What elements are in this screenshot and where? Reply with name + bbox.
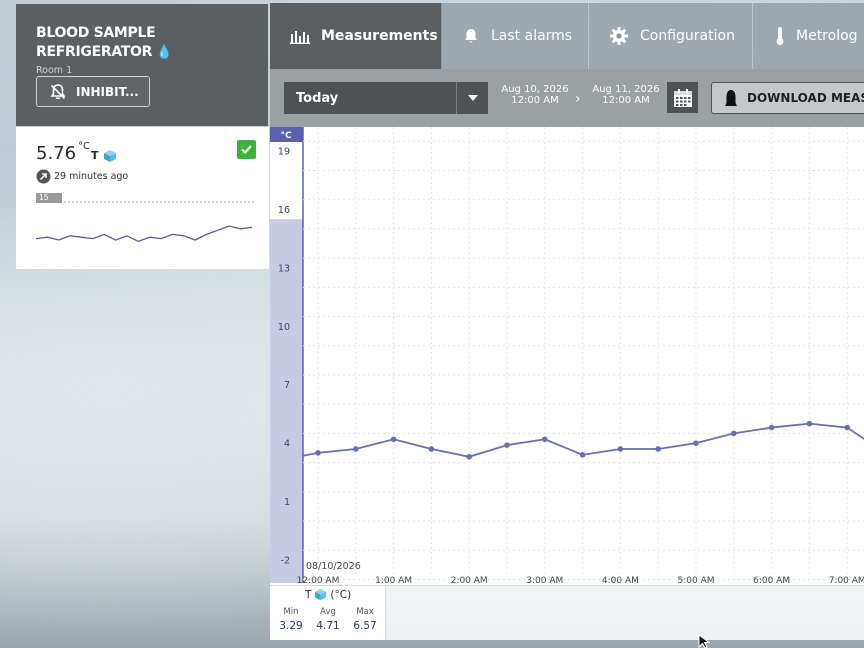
gear-icon: [610, 27, 628, 45]
data-point: [617, 446, 624, 452]
tab-measurements[interactable]: Measurements: [270, 3, 442, 69]
date-to-day: Aug 11, 2026: [592, 84, 660, 95]
data-point: [768, 424, 775, 431]
data-point: [655, 446, 661, 452]
y-tick-label: 10: [278, 322, 290, 333]
stats-title: T (°C): [305, 588, 351, 601]
ice-cube-icon: [315, 588, 327, 601]
stats-variable: T: [305, 588, 312, 601]
stat-max-label: Max: [356, 607, 374, 617]
x-tick-label: 12:00 AM: [297, 576, 340, 585]
bell-icon: [465, 29, 477, 43]
sensor-variable: T: [91, 149, 99, 162]
download-icon: [725, 90, 737, 106]
sparkline-path: [36, 225, 253, 243]
x-tick-label: 7:00 AM: [829, 576, 864, 585]
trend-up-icon: [36, 169, 51, 184]
toolbar: Today Aug 10, 2026 12:00 AM › Aug 11, 20…: [270, 69, 864, 127]
thermometer-icon: [776, 27, 784, 45]
date-from[interactable]: Aug 10, 2026 12:00 AM: [500, 84, 570, 106]
data-point: [806, 420, 813, 427]
stat-avg-label: Avg: [320, 607, 336, 617]
mouse-cursor-icon: [698, 634, 711, 648]
tab-configuration-label: Configuration: [640, 28, 735, 44]
y-tick-label: 1: [284, 497, 290, 508]
chevron-down-icon: [456, 82, 488, 114]
data-point: [466, 453, 472, 460]
measurements-chart[interactable]: °C 19 16 13 10 7 4 1 -2 12:00 AM 1:00 AM 2:00 AM 3:0…: [270, 127, 864, 585]
download-measurements-button[interactable]: DOWNLOAD MEAS: [711, 82, 864, 114]
tab-configuration[interactable]: Configuration: [589, 3, 753, 69]
data-point: [428, 446, 435, 452]
chart-date-label: 08/10/2026: [306, 561, 361, 572]
x-tick-label: 6:00 AM: [753, 576, 790, 585]
tab-metrology-label: Metrolog: [796, 28, 858, 44]
data-point: [390, 436, 397, 443]
series-line: [302, 422, 864, 458]
status-ok-icon: [237, 140, 256, 159]
tab-measurements-label: Measurements: [321, 28, 438, 44]
calendar-button[interactable]: [667, 82, 698, 113]
sensor-unit: °C: [78, 141, 90, 152]
tab-last-alarms[interactable]: Last alarms: [442, 3, 589, 69]
tab-last-alarms-label: Last alarms: [491, 28, 573, 44]
stat-max-value: 6.57: [353, 620, 377, 632]
sensor-card[interactable]: 5.76 °C T 29 minutes ago 15: [16, 127, 269, 269]
device-header: BLOOD SAMPLE REFRIGERATOR 💧 Room 1 INHIBI…: [16, 4, 268, 126]
data-point: [693, 440, 699, 446]
x-tick-label: 3:00 AM: [526, 576, 563, 585]
period-select[interactable]: Today: [284, 82, 488, 114]
y-tick-label: 13: [278, 263, 290, 274]
inhibit-label: INHIBIT...: [76, 84, 139, 99]
sparkline: [36, 201, 254, 243]
inhibit-button[interactable]: INHIBIT...: [36, 76, 150, 107]
blood-drop-icon: 💧: [156, 45, 173, 60]
top-nav: Measurements Last alarms Configuration M…: [270, 3, 864, 69]
data-point: [731, 430, 737, 437]
device-room: Room 1: [36, 65, 73, 76]
data-point: [579, 452, 586, 458]
data-point: [504, 442, 510, 448]
sensor-value: 5.76: [36, 143, 77, 164]
stats-panel: T (°C) Min Avg Max 3.29 4.71 6.57: [270, 585, 386, 640]
ice-cube-icon: [104, 150, 116, 162]
stats-unit: (°C): [330, 588, 352, 601]
x-tick-label: 4:00 AM: [602, 576, 639, 585]
stat-min-label: Min: [283, 607, 299, 617]
chart-canvas: °C 19 16 13 10 7 4 1 -2 12:00 AM 1:00 AM 2:00 AM 3:0…: [270, 127, 864, 585]
x-tick-label: 1:00 AM: [375, 576, 412, 585]
period-value: Today: [296, 90, 339, 106]
x-tick-label: 5:00 AM: [678, 576, 715, 585]
date-from-day: Aug 10, 2026: [501, 84, 569, 95]
device-title: BLOOD SAMPLE REFRIGERATOR 💧: [36, 24, 256, 62]
chevron-right-icon: ›: [575, 91, 581, 107]
y-tick-label: 7: [284, 380, 290, 391]
device-name: BLOOD SAMPLE REFRIGERATOR: [36, 25, 156, 60]
tab-metrology[interactable]: Metrolog: [753, 3, 864, 69]
y-tick-label: 4: [284, 439, 290, 450]
date-to-time: 12:00 AM: [602, 95, 650, 106]
sensor-age: 29 minutes ago: [54, 171, 129, 182]
y-tick-label: -2: [281, 556, 290, 567]
stat-min-value: 3.29: [279, 620, 303, 632]
y-tick-label: 19: [278, 147, 290, 158]
bar-chart-icon: [290, 31, 310, 44]
data-point: [315, 450, 321, 456]
stat-avg-value: 4.71: [316, 620, 340, 632]
data-point: [844, 424, 850, 431]
bell-off-icon: [50, 83, 66, 99]
y-unit-label: °C: [280, 131, 292, 141]
data-point: [353, 446, 359, 452]
download-label: DOWNLOAD MEAS: [747, 91, 864, 105]
date-to[interactable]: Aug 11, 2026 12:00 AM: [590, 84, 662, 106]
stats-empty-area: [386, 585, 864, 640]
data-point: [542, 436, 548, 443]
date-from-time: 12:00 AM: [511, 95, 559, 106]
calendar-icon: [673, 88, 692, 107]
y-tick-label: 16: [278, 205, 290, 216]
x-tick-label: 2:00 AM: [451, 576, 488, 585]
